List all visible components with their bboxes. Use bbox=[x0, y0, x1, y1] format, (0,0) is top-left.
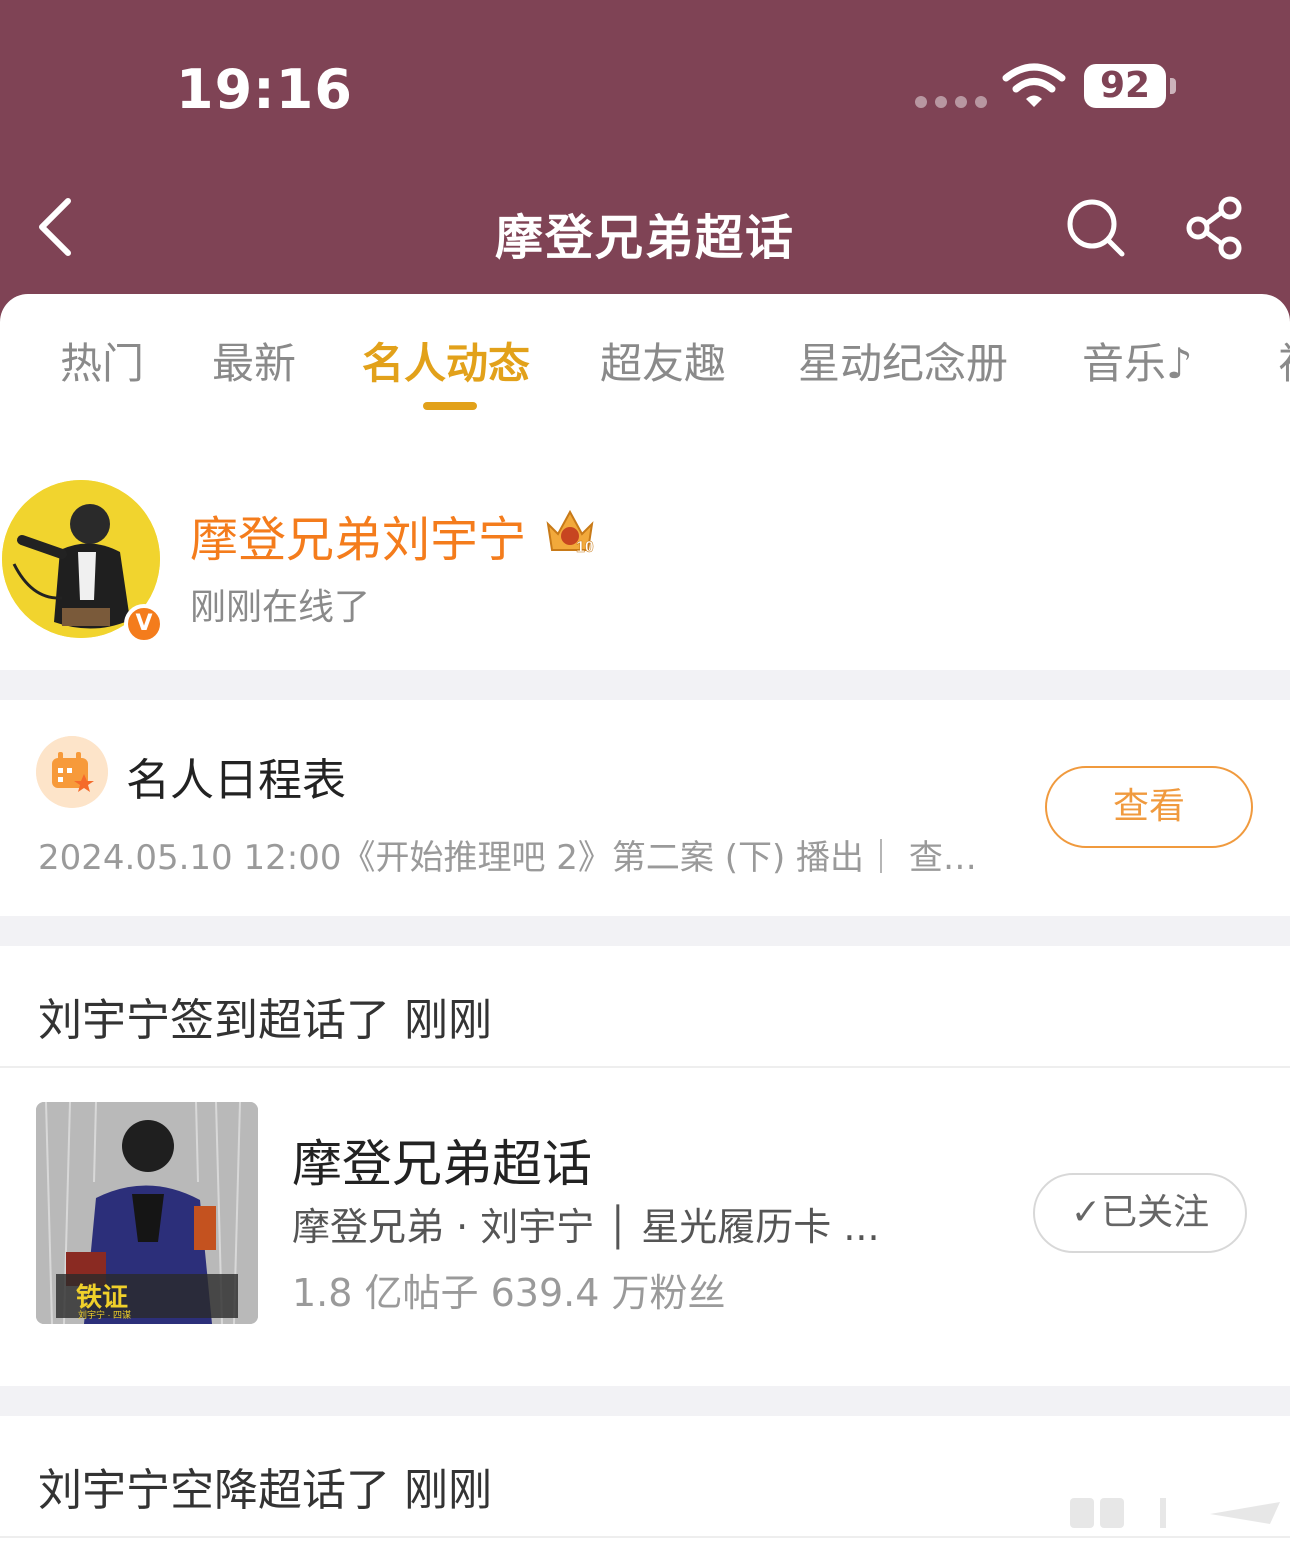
status-time: 19:16 bbox=[176, 58, 353, 121]
tab-bar: 热门 最新 名人动态 超友趣 星动纪念册 音乐♪ 视 bbox=[0, 294, 1290, 434]
section-divider bbox=[0, 916, 1290, 946]
tab-more[interactable]: 视 bbox=[1278, 330, 1290, 391]
topic-stats: 1.8 亿帖子 639.4 万粉丝 bbox=[292, 1271, 726, 1315]
schedule-text[interactable]: 2024.05.10 12:00《开始推理吧 2》第二案 (下) 播出｜ 查看.… bbox=[38, 830, 998, 879]
topic-subtitle: 摩登兄弟 · 刘宇宁 │ 星光履历卡 ... bbox=[292, 1205, 880, 1249]
topic-cover[interactable]: 铁证 刘宇宁 · 四谋 bbox=[36, 1102, 258, 1324]
schedule-title: 名人日程表 bbox=[126, 755, 346, 806]
followed-button[interactable]: ✓已关注 bbox=[1033, 1173, 1247, 1253]
tab-hot[interactable]: 热门 bbox=[60, 330, 144, 391]
celebrity-name[interactable]: 摩登兄弟刘宇宁 bbox=[190, 500, 526, 570]
header-bar: 19:16 92 摩登兄弟超话 bbox=[0, 0, 1290, 330]
search-icon[interactable] bbox=[1064, 196, 1128, 260]
verified-badge-icon: V bbox=[124, 604, 164, 644]
signal-dots-icon bbox=[915, 96, 987, 108]
view-schedule-button[interactable]: 查看 bbox=[1045, 766, 1253, 848]
cover-subtitle: 刘宇宁 · 四谋 bbox=[78, 1309, 131, 1320]
battery-indicator: 92 bbox=[1084, 64, 1166, 108]
watermark-icon bbox=[1070, 1498, 1280, 1528]
topic-cover-image: 铁证 刘宇宁 · 四谋 bbox=[36, 1102, 258, 1324]
battery-cap bbox=[1170, 78, 1176, 94]
crown-badge-icon: 10 bbox=[546, 509, 594, 556]
section-divider bbox=[0, 1386, 1290, 1416]
tab-memory-book[interactable]: 星动纪念册 bbox=[798, 330, 1008, 391]
divider bbox=[0, 1536, 1290, 1538]
calendar-icon bbox=[36, 736, 108, 808]
topic-name[interactable]: 摩登兄弟超话 bbox=[292, 1124, 592, 1196]
tab-music[interactable]: 音乐♪ bbox=[1082, 330, 1193, 391]
activity-checkin: 刘宇宁签到超话了 刚刚 bbox=[38, 995, 492, 1046]
tab-fans-fun[interactable]: 超友趣 bbox=[600, 330, 726, 391]
crown-level: 10 bbox=[576, 539, 594, 556]
activity-airdrop: 刘宇宁空降超话了 刚刚 bbox=[38, 1465, 492, 1516]
active-tab-indicator bbox=[423, 402, 477, 410]
wifi-icon bbox=[1002, 63, 1066, 107]
section-divider bbox=[0, 670, 1290, 700]
tab-latest[interactable]: 最新 bbox=[212, 330, 296, 391]
share-icon[interactable] bbox=[1184, 196, 1248, 260]
divider bbox=[0, 1066, 1290, 1068]
online-status: 刚刚在线了 bbox=[190, 587, 371, 628]
cover-title: 铁证 bbox=[76, 1282, 128, 1312]
tab-celebrity-news[interactable]: 名人动态 bbox=[362, 330, 530, 391]
